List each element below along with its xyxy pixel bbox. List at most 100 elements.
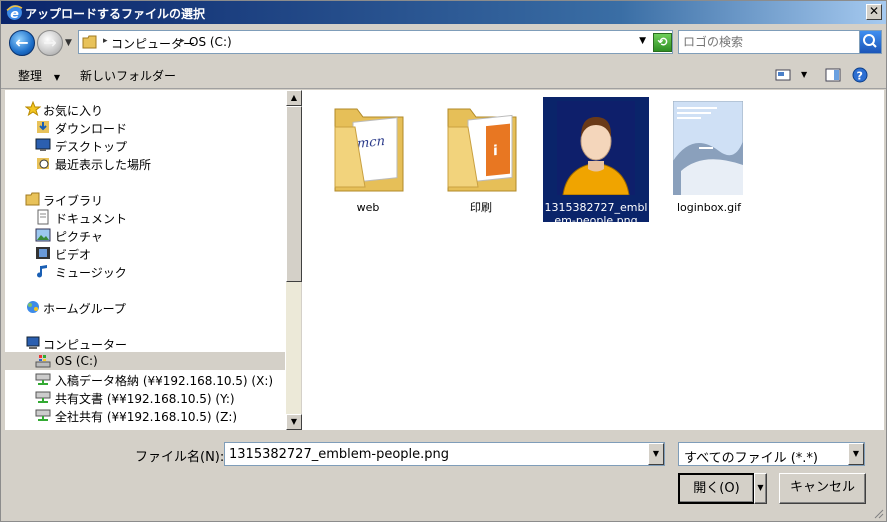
filename-dropdown-button[interactable]: ▼ (648, 443, 664, 465)
nav-label: 入稿データ格納 (¥¥192.168.10.5) (X:) (55, 374, 274, 388)
nav-label: ミュージック (55, 266, 127, 280)
nav-label: OS (C:) (55, 354, 98, 368)
folder-icon: mcn (334, 108, 404, 192)
breadcrumb-arrow-icon[interactable]: ▸ (180, 36, 185, 46)
resize-grip-icon[interactable] (872, 507, 884, 519)
document-icon (35, 209, 51, 225)
search-icon (863, 34, 877, 48)
nav-label: デスクトップ (55, 140, 128, 154)
organize-button[interactable]: 整理 ▼ (18, 67, 60, 84)
close-button[interactable]: ✕ (866, 4, 882, 20)
organize-label: 整理 (18, 69, 43, 83)
navigation-pane: お気に入り ダウンロード デスクトップ 最近表示した場所 ライブラリ ドキュメン… (5, 90, 285, 430)
search-input[interactable] (683, 34, 853, 50)
svg-text:mcn: mcn (357, 134, 385, 152)
new-folder-button[interactable]: 新しいフォルダー (80, 67, 176, 84)
file-item-print[interactable]: i 印刷 (428, 97, 534, 222)
nav-libraries[interactable]: ライブラリ (5, 190, 285, 208)
nav-videos[interactable]: ビデオ (5, 244, 285, 262)
view-options-icon[interactable] (775, 67, 791, 83)
address-row: ← → ▼ ▸ コンピューター ▸ OS (C:) ▼ ⟲ (1, 24, 886, 61)
file-item-loginbox[interactable]: loginbox.gif (656, 97, 762, 222)
address-bar[interactable]: ▸ コンピューター ▸ OS (C:) ▼ (78, 30, 673, 54)
nav-drive-x[interactable]: 入稿データ格納 (¥¥192.168.10.5) (X:) (5, 370, 285, 388)
search-box[interactable] (678, 30, 882, 54)
filetype-dropdown-button[interactable]: ▼ (848, 443, 864, 465)
open-dropdown-button[interactable]: ▼ (754, 473, 767, 504)
nav-pictures[interactable]: ピクチャ (5, 226, 285, 244)
nav-downloads[interactable]: ダウンロード (5, 118, 285, 136)
file-item-web[interactable]: mcn web (315, 97, 421, 222)
forward-button[interactable]: → (37, 30, 63, 56)
nav-scrollbar[interactable]: ▲ ▼ (285, 90, 302, 430)
nav-label: お気に入り (43, 104, 104, 118)
network-drive-icon (35, 407, 51, 423)
file-name: 1315382727_emblem-people.png (544, 201, 648, 227)
person-emblem-icon (557, 101, 635, 195)
filename-input[interactable] (229, 446, 639, 462)
search-button[interactable] (859, 31, 881, 53)
nav-label: 全社共有 (¥¥192.168.10.5) (Z:) (55, 410, 238, 424)
network-drive-icon (35, 371, 51, 387)
history-dropdown-icon[interactable]: ▼ (65, 38, 72, 48)
nav-drive-z[interactable]: 全社共有 (¥¥192.168.10.5) (Z:) (5, 406, 285, 424)
toolbar: 整理 ▼ 新しいフォルダー ▼ ? (1, 61, 886, 89)
title-bar: e アップロードするファイルの選択 ✕ (1, 1, 886, 24)
refresh-button[interactable]: ⟲ (653, 33, 672, 52)
nav-drive-y[interactable]: 共有文書 (¥¥192.168.10.5) (Y:) (5, 388, 285, 406)
filename-combobox[interactable]: ▼ (224, 442, 665, 466)
nav-label: ドキュメント (55, 212, 128, 226)
file-name: 印刷 (470, 201, 492, 214)
nav-label: コンピューター (43, 338, 128, 352)
dialog-footer: ファイル名(N): ▼ すべてのファイル (*.*) ▼ 開く(O) ▼ キャン… (1, 431, 886, 521)
nav-label: ビデオ (55, 248, 92, 262)
open-button[interactable]: 開く(O) (678, 473, 755, 504)
address-dropdown-icon[interactable]: ▼ (639, 36, 646, 46)
breadcrumb-arrow-icon[interactable]: ▸ (103, 36, 108, 46)
filename-label: ファイル名(N): (135, 450, 225, 465)
preview-pane-icon[interactable] (825, 67, 841, 83)
file-item-emblem-people[interactable]: 1315382727_emblem-people.png (543, 97, 649, 227)
breadcrumb-drive[interactable]: OS (C:) (189, 35, 232, 49)
scroll-up-arrow[interactable]: ▲ (286, 90, 302, 106)
back-button[interactable]: ← (9, 30, 35, 56)
nav-drive-c[interactable]: OS (C:) (5, 352, 285, 370)
file-open-dialog: e アップロードするファイルの選択 ✕ ← → ▼ ▸ コンピューター ▸ OS… (0, 0, 887, 522)
journal-cover-thumbnail (673, 101, 743, 195)
nav-documents[interactable]: ドキュメント (5, 208, 285, 226)
nav-label: ホームグループ (43, 302, 126, 316)
homegroup-icon (25, 299, 41, 315)
video-icon (35, 245, 51, 261)
nav-computer[interactable]: コンピューター (5, 334, 285, 352)
help-icon[interactable]: ? (852, 67, 868, 83)
music-icon (35, 263, 51, 279)
star-icon (24, 100, 42, 117)
nav-label: 共有文書 (¥¥192.168.10.5) (Y:) (55, 392, 235, 406)
arrow-left-icon: ← (15, 33, 29, 52)
folder-icon: i (447, 108, 517, 192)
file-list: mcn web i 印刷 1315382727_emblem-people.pn… (302, 90, 884, 430)
ie-icon: e (6, 5, 23, 21)
nav-favorites[interactable]: お気に入り (5, 100, 285, 118)
nav-desktop[interactable]: デスクトップ (5, 136, 285, 154)
nav-label: ピクチャ (55, 230, 103, 244)
nav-homegroup[interactable]: ホームグループ (5, 298, 285, 316)
nav-music[interactable]: ミュージック (5, 262, 285, 280)
scroll-down-arrow[interactable]: ▼ (286, 414, 302, 430)
nav-label: ダウンロード (55, 122, 128, 136)
file-name: loginbox.gif (676, 201, 742, 214)
nav-recent-places[interactable]: 最近表示した場所 (5, 154, 285, 172)
computer-icon (25, 335, 41, 351)
download-icon (35, 119, 51, 135)
cancel-button[interactable]: キャンセル (779, 473, 866, 504)
chevron-down-icon: ▼ (53, 73, 60, 82)
scroll-thumb[interactable] (286, 106, 302, 282)
view-dropdown-icon[interactable]: ▼ (801, 70, 807, 79)
recent-places-icon (35, 155, 51, 171)
filetype-select[interactable]: すべてのファイル (*.*) ▼ (678, 442, 865, 466)
arrow-right-icon: → (43, 33, 57, 52)
nav-label: ライブラリ (43, 194, 104, 208)
windows-drive-icon (35, 353, 51, 369)
library-icon (25, 191, 41, 207)
window-title: アップロードするファイルの選択 (25, 7, 206, 21)
